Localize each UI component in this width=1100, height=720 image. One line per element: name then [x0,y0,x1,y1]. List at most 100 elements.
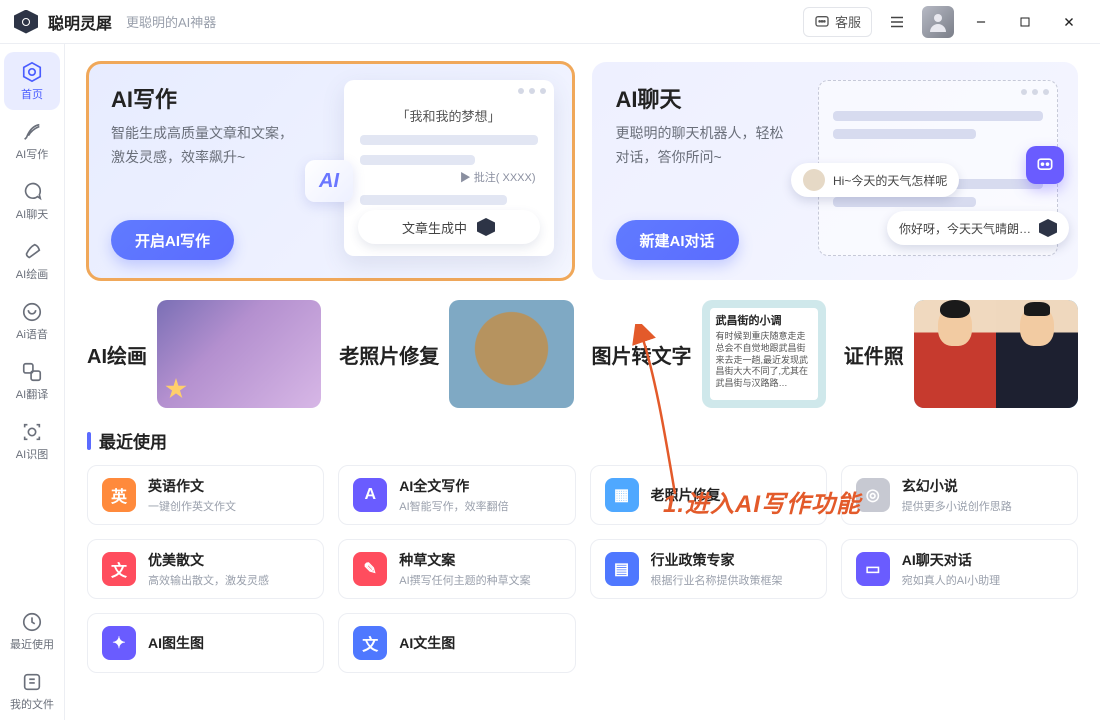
feature-ai-draw[interactable]: AI绘画 [87,300,321,408]
clock-icon [21,611,43,633]
mock-status-pill: 文章生成中 [358,210,540,244]
titlebar: 聪明灵犀 更聪明的AI神器 客服 [0,0,1100,44]
card-subtitle: AI撰写任何主题的种草文案 [399,572,530,588]
card-subtitle: 一键创作英文作文 [148,498,236,514]
feature-title: 老照片修复 [339,340,439,369]
sidebar-item-home[interactable]: 首页 [4,52,60,110]
sidebar-item-chat[interactable]: AI聊天 [4,172,60,230]
user-avatar[interactable] [922,6,954,38]
hero-chat-desc: 更聪明的聊天机器人，轻松对话，答你所问~ [616,122,816,170]
support-label: 客服 [835,12,861,31]
recent-card[interactable]: 文优美散文高效输出散文，激发灵感 [87,539,324,599]
app-subtitle: 更聪明的AI神器 [126,12,216,31]
recent-card[interactable]: ▭ AI聊天对话宛如真人的AI小助理 [841,539,1078,599]
recent-card[interactable]: AAI全文写作AI智能写作，效率翻倍 [338,465,575,525]
sidebar-item-label: AI写作 [16,146,48,162]
recent-card[interactable]: 英英语作文一键创作英文作文 [87,465,324,525]
feature-ocr[interactable]: 图片转文字 武昌街的小调有时候到重庆随意走走总会不自觉地跟武昌街来去走一趟,最近… [592,300,826,408]
sidebar-item-label: AI识图 [16,446,48,462]
close-button[interactable] [1052,0,1086,44]
main-content: AI写作 智能生成高质量文章和文案，激发灵感，效率飙升~ 开启AI写作 「我和我… [65,44,1100,720]
sidebar-item-translate[interactable]: AI翻译 [4,352,60,410]
sidebar-item-label: 最近使用 [10,636,54,652]
mock-note: ▶ 批注( XXXX) [344,169,554,185]
start-chat-button[interactable]: 新建AI对话 [616,220,739,260]
home-icon [21,61,43,83]
app-logo [14,10,38,34]
app-name: 聪明灵犀 [48,10,112,34]
start-writing-button[interactable]: 开启AI写作 [111,220,234,260]
recent-card[interactable]: ◎玄幻小说提供更多小说创作思路 [841,465,1078,525]
sidebar-item-label: AI绘画 [16,266,48,282]
support-button[interactable]: 客服 [803,7,872,37]
chat-icon [21,181,43,203]
sidebar-item-voice[interactable]: Ai语音 [4,292,60,350]
card-subtitle: 根据行业名称提供政策框架 [651,572,783,588]
translate-icon [21,361,43,383]
card-subtitle: 宛如真人的AI小助理 [902,572,1000,588]
card-title: AI文生图 [399,633,455,653]
brush-icon [21,241,43,263]
card-icon: ✦ [102,626,136,660]
sidebar-item-label: AI翻译 [16,386,48,402]
hero-writing[interactable]: AI写作 智能生成高质量文章和文案，激发灵感，效率飙升~ 开启AI写作 「我和我… [87,62,574,280]
sidebar-item-label: 我的文件 [10,696,54,712]
recent-card[interactable]: ▤ 行业政策专家根据行业名称提供政策框架 [590,539,827,599]
card-icon: ▦ [605,478,639,512]
recent-grid: 英英语作文一键创作英文作文AAI全文写作AI智能写作，效率翻倍▦老照片修复◎玄幻… [87,465,1078,673]
card-subtitle: 提供更多小说创作思路 [902,498,1012,514]
feature-image [157,300,321,408]
hero-writing-desc: 智能生成高质量文章和文案，激发灵感，效率飙升~ [111,122,311,170]
card-title: 优美散文 [148,550,269,570]
scan-icon [21,421,43,443]
ai-badge: AI [305,160,353,202]
card-icon: 文 [353,626,387,660]
recent-card[interactable]: ▦ 老照片修复 [590,465,827,525]
recent-card[interactable]: ✦ AI图生图 [87,613,324,673]
card-title: 种草文案 [399,550,530,570]
feature-id-photo[interactable]: 证件照 [844,300,1078,408]
chat-fab-icon [1026,146,1064,184]
sidebar-item-label: AI聊天 [16,206,48,222]
maximize-button[interactable] [1008,0,1042,44]
voice-icon [21,301,43,323]
card-icon: ▤ [605,552,639,586]
sidebar-item-draw[interactable]: AI绘画 [4,232,60,290]
feather-icon [21,121,43,143]
feature-image [914,300,1078,408]
card-title: 行业政策专家 [651,550,783,570]
menu-button[interactable] [882,7,912,37]
card-subtitle: 高效输出散文，激发灵感 [148,572,269,588]
card-icon: 文 [102,552,136,586]
sidebar-item-ocr[interactable]: AI识图 [4,412,60,470]
feature-title: AI绘画 [87,340,147,369]
card-title: AI图生图 [148,633,204,653]
feature-image [449,300,573,408]
hero-writing-title: AI写作 [111,82,311,114]
writing-mock-window: 「我和我的梦想」 ▶ 批注( XXXX) 文章生成中 [344,80,554,256]
card-icon: ✎ [353,552,387,586]
sidebar-item-files[interactable]: 我的文件 [4,662,60,720]
sidebar-item-recent[interactable]: 最近使用 [4,602,60,660]
card-title: 玄幻小说 [902,476,1012,496]
sidebar-item-label: Ai语音 [16,326,48,342]
feature-photo-restore[interactable]: 老照片修复 [339,300,573,408]
chat-mock-window: Hi~今天的天气怎样呢 你好呀，今天天气晴朗… [818,80,1058,256]
folder-icon [21,671,43,693]
feature-title: 图片转文字 [592,340,692,369]
mock-doc-title: 「我和我的梦想」 [344,106,554,125]
chat-bubble-outgoing: 你好呀，今天天气晴朗… [887,211,1069,245]
recent-card[interactable]: ✎ 种草文案 AI撰写任何主题的种草文案 [338,539,575,599]
hero-chat[interactable]: AI聊天 更聪明的聊天机器人，轻松对话，答你所问~ 新建AI对话 Hi~今天的天… [592,62,1079,280]
minimize-button[interactable] [964,0,998,44]
card-title: 老照片修复 [651,485,721,505]
card-title: AI聊天对话 [902,550,1000,570]
card-icon: A [353,478,387,512]
chat-bubble-incoming: Hi~今天的天气怎样呢 [791,163,959,197]
recent-card[interactable]: 文 AI文生图 [338,613,575,673]
sidebar-item-writing[interactable]: AI写作 [4,112,60,170]
card-icon: 英 [102,478,136,512]
card-icon: ▭ [856,552,890,586]
card-title: 英语作文 [148,476,236,496]
sidebar: 首页 AI写作 AI聊天 AI绘画 Ai语音 AI翻译 AI识图 最 [0,44,65,720]
